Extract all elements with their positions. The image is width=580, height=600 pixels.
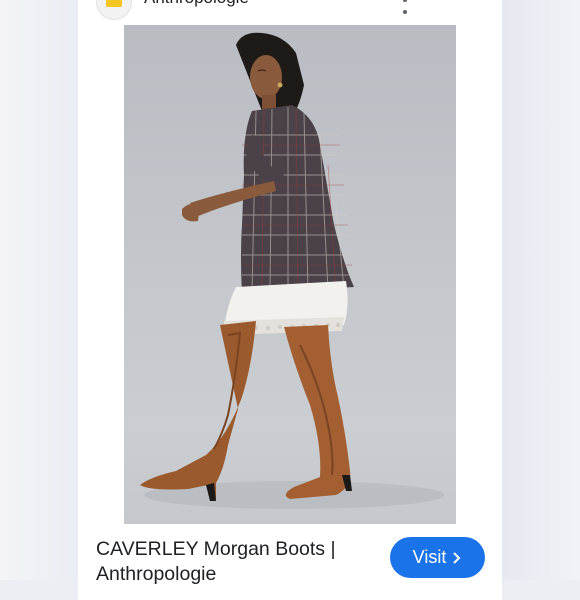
close-icon[interactable] <box>454 0 472 2</box>
more-vert-icon[interactable] <box>402 0 408 14</box>
chevron-right-icon <box>453 551 461 564</box>
result-card: Anthropologie <box>78 0 502 600</box>
backdrop-right <box>502 0 580 580</box>
product-photo[interactable] <box>124 25 456 524</box>
card-header: Anthropologie <box>78 0 502 26</box>
product-illustration <box>140 32 444 509</box>
site-favicon-icon <box>96 0 132 20</box>
visit-button[interactable]: Visit <box>390 537 485 578</box>
site-name[interactable]: Anthropologie <box>144 0 249 8</box>
backdrop-left <box>0 0 78 580</box>
visit-button-label: Visit <box>412 547 447 567</box>
